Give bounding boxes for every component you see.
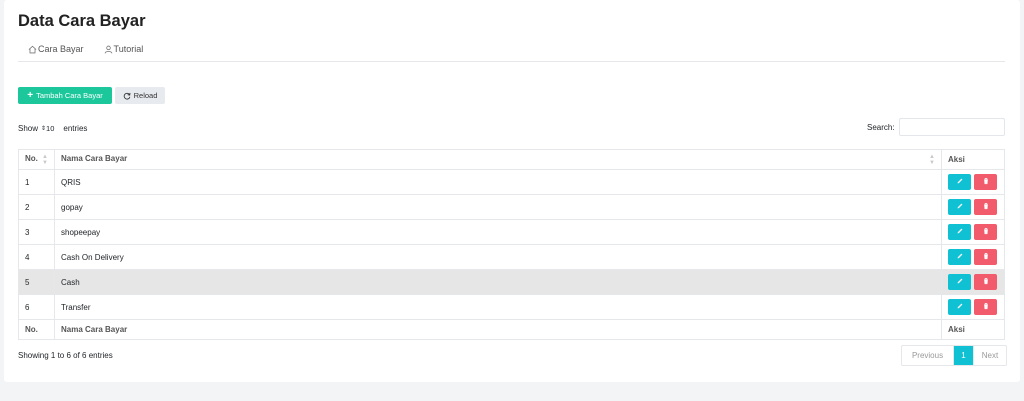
cell-actions (941, 169, 1005, 195)
table-info: Showing 1 to 6 of 6 entries (18, 351, 113, 360)
delete-button[interactable] (974, 299, 997, 315)
trash-icon (982, 252, 990, 262)
reload-button[interactable]: Reload (115, 87, 165, 104)
breadcrumb-label: Tutorial (113, 44, 144, 54)
payment-methods-table: No. ▲ ▼ Nama Cara Bayar ▲ ▼ Aksi 1 QRIS 2 gop… (18, 149, 1005, 340)
cell-actions (941, 294, 1005, 320)
edit-button[interactable] (948, 174, 971, 190)
table-row: 4 Cash On Delivery (18, 244, 1005, 270)
cell-actions (941, 194, 1005, 220)
delete-button[interactable] (974, 174, 997, 190)
cell-actions (941, 269, 1005, 295)
previous-page-button[interactable]: Previous (902, 346, 954, 365)
sort-icon: ▲ ▼ (929, 153, 935, 166)
cell-name: Cash (54, 269, 942, 295)
breadcrumb: Cara Bayar Tutorial (28, 44, 143, 54)
entries-label: entries (63, 124, 88, 133)
delete-button[interactable] (974, 249, 997, 265)
pagination: Previous 1 Next (901, 345, 1007, 366)
breadcrumb-item-cara-bayar[interactable]: Cara Bayar (28, 44, 84, 54)
column-header-no[interactable]: No. ▲ ▼ (18, 149, 55, 170)
table-footer-row: No. Nama Cara Bayar Aksi (18, 319, 1005, 340)
trash-icon (982, 302, 990, 312)
column-header-actions: Aksi (941, 149, 1005, 170)
breadcrumb-item-tutorial[interactable]: Tutorial (104, 44, 144, 54)
divider (18, 61, 1005, 62)
delete-button[interactable] (974, 199, 997, 215)
table-body: 1 QRIS 2 gopay 3 shopeepay 4 Cash On Delivery 5 C… (18, 169, 1005, 320)
show-entries-control: Show ⇕ 10 entries (18, 124, 87, 133)
plus-icon: + (27, 89, 34, 101)
cell-name: Transfer (54, 294, 942, 320)
table-row: 3 shopeepay (18, 219, 1005, 245)
trash-icon (982, 202, 990, 212)
show-label: Show (18, 124, 39, 133)
content-card: Data Cara Bayar Cara Bayar Tutorial + Ta… (4, 0, 1020, 382)
pencil-icon (956, 227, 964, 237)
footer-header-no: No. (18, 319, 55, 340)
reload-button-label: Reload (133, 91, 158, 100)
delete-button[interactable] (974, 274, 997, 290)
page-length-select[interactable]: ⇕ 10 (41, 124, 54, 133)
cell-name: gopay (54, 194, 942, 220)
column-header-name[interactable]: Nama Cara Bayar ▲ ▼ (54, 149, 942, 170)
refresh-icon (123, 92, 131, 100)
pencil-icon (956, 252, 964, 262)
trash-icon (982, 277, 990, 287)
edit-button[interactable] (948, 249, 971, 265)
delete-button[interactable] (974, 224, 997, 240)
pencil-icon (956, 302, 964, 312)
sort-icon: ▲ ▼ (42, 153, 48, 166)
cell-no: 5 (18, 269, 55, 295)
edit-button[interactable] (948, 224, 971, 240)
user-icon (104, 45, 112, 53)
table-row: 5 Cash (18, 269, 1005, 295)
cell-name: shopeepay (54, 219, 942, 245)
add-button-label: Tambah Cara Bayar (36, 91, 103, 100)
edit-button[interactable] (948, 274, 971, 290)
add-payment-method-button[interactable]: + Tambah Cara Bayar (18, 87, 112, 104)
pencil-icon (956, 202, 964, 212)
cell-actions (941, 219, 1005, 245)
search-input[interactable] (898, 118, 1005, 136)
pencil-icon (956, 177, 964, 187)
trash-icon (982, 177, 990, 187)
next-page-button[interactable]: Next (973, 346, 1006, 365)
table-row: 2 gopay (18, 194, 1005, 220)
cell-no: 3 (18, 219, 55, 245)
table-row: 1 QRIS (18, 169, 1005, 195)
page-title: Data Cara Bayar (18, 12, 146, 30)
cell-name: Cash On Delivery (54, 244, 942, 270)
footer-header-actions: Aksi (941, 319, 1005, 340)
cell-no: 2 (18, 194, 55, 220)
cell-no: 4 (18, 244, 55, 270)
breadcrumb-label: Cara Bayar (38, 44, 84, 54)
footer-header-name: Nama Cara Bayar (54, 319, 942, 340)
cell-actions (941, 244, 1005, 270)
trash-icon (982, 227, 990, 237)
cell-name: QRIS (54, 169, 942, 195)
pencil-icon (956, 277, 964, 287)
cell-no: 6 (18, 294, 55, 320)
search-box: Search: (867, 118, 1005, 136)
home-icon (28, 45, 37, 53)
table-row: 6 Transfer (18, 294, 1005, 320)
edit-button[interactable] (948, 299, 971, 315)
search-label: Search: (867, 122, 895, 132)
page-length-value: 10 (46, 124, 55, 133)
cell-no: 1 (18, 169, 55, 195)
page-1-button[interactable]: 1 (954, 346, 973, 365)
table-header-row: No. ▲ ▼ Nama Cara Bayar ▲ ▼ Aksi (18, 149, 1005, 170)
edit-button[interactable] (948, 199, 971, 215)
